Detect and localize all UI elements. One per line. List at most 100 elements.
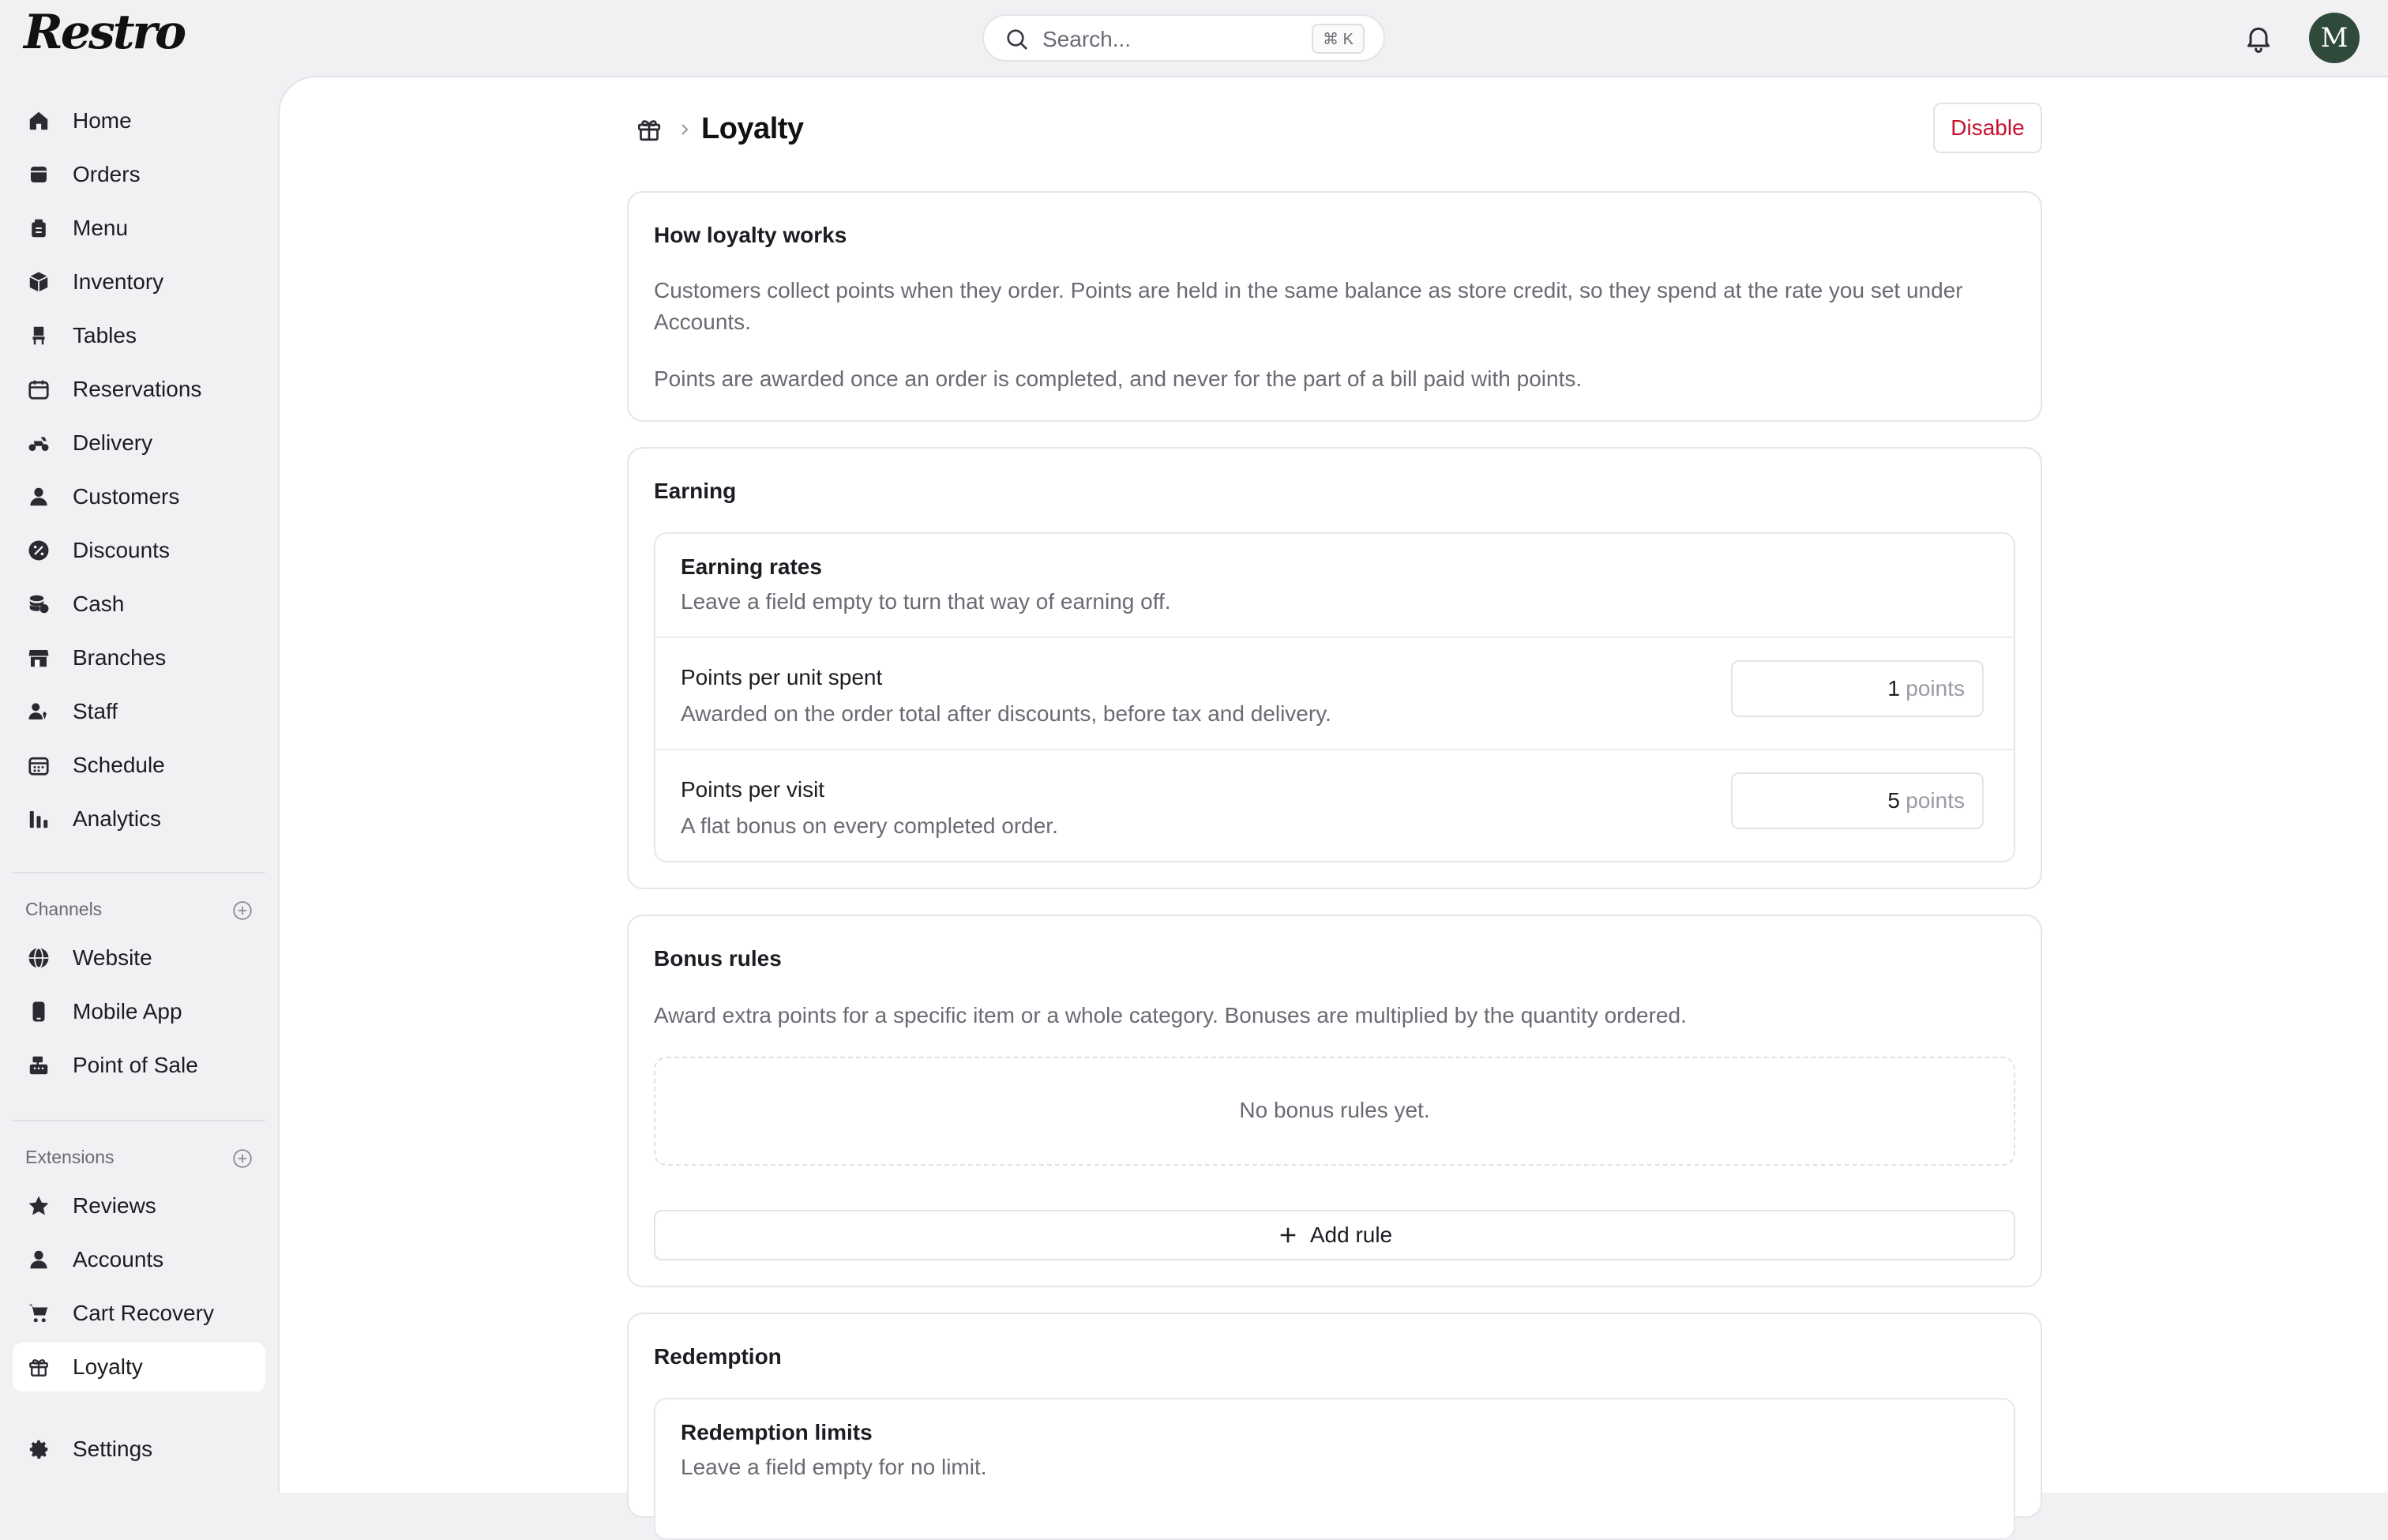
gear-icon <box>29 1440 48 1459</box>
sidebar-item-label: Menu <box>73 216 129 240</box>
sidebar-divider <box>13 1120 265 1121</box>
page-title: Loyalty <box>701 112 804 145</box>
earning-rates-panel: Earning rates Leave a field empty to tur… <box>654 532 2015 862</box>
points-per-visit-title: Points per visit <box>681 777 825 802</box>
add-rule-button[interactable]: Add rule <box>654 1210 2015 1260</box>
redemption-limits-desc: Leave a field empty for no limit. <box>681 1455 987 1479</box>
sidebar-item-label: Home <box>73 108 132 133</box>
sidebar-item-customers[interactable]: Customers <box>13 472 265 521</box>
redemption-limits-title: Redemption limits <box>681 1420 873 1444</box>
sidebar: Home Orders Menu Inventory Tables Reservation… <box>0 76 278 1493</box>
staff-icon <box>28 703 47 719</box>
how-paragraph-2: Points are awarded once an order is comp… <box>654 366 1583 391</box>
sidebar-item-home[interactable]: Home <box>13 96 265 145</box>
user-icon <box>30 487 47 506</box>
sidebar-item-label: Loyalty <box>73 1354 143 1379</box>
points-per-visit-input[interactable]: 5 points <box>1731 772 1984 829</box>
search-shortcut-badge: ⌘ K <box>1312 24 1365 54</box>
sidebar-item-label: Mobile App <box>73 999 182 1024</box>
add-rule-label: Add rule <box>1309 1223 1393 1247</box>
discount-icon <box>28 540 49 561</box>
sidebar-item-label: Delivery <box>73 430 153 455</box>
sidebar-item-label: Settings <box>73 1437 153 1461</box>
register-icon <box>29 1056 48 1075</box>
earning-card: Earning Earning rates Leave a field empt… <box>627 447 2042 889</box>
sidebar-item-discounts[interactable]: Discounts <box>13 526 265 575</box>
search-input[interactable]: Search... <box>1042 27 1131 52</box>
sidebar-item-reservations[interactable]: Reservations <box>13 365 265 414</box>
sidebar-item-label: Reviews <box>73 1193 156 1218</box>
orders-icon <box>31 167 47 182</box>
search-bar[interactable]: Search... ⌘ K <box>982 14 1385 62</box>
schedule-icon <box>28 757 49 776</box>
sidebar-item-label: Staff <box>73 699 118 723</box>
channels-section-label: Channels <box>25 899 103 919</box>
sidebar-item-menu[interactable]: Menu <box>13 204 265 253</box>
star-icon <box>28 1196 49 1215</box>
sidebar-item-delivery[interactable]: Delivery <box>13 419 265 468</box>
cart-icon <box>28 1304 48 1323</box>
row-divider <box>655 637 2014 638</box>
menu-icon <box>32 219 46 238</box>
earning-rates-desc: Leave a field empty to turn that way of … <box>681 589 1171 614</box>
sidebar-item-label: Inventory <box>73 269 164 294</box>
sidebar-item-inventory[interactable]: Inventory <box>13 257 265 306</box>
card-title: Bonus rules <box>654 946 782 971</box>
scooter-icon <box>28 437 49 451</box>
points-per-unit-input[interactable]: 1 points <box>1731 660 1984 717</box>
points-per-visit-value[interactable]: 5 <box>1733 788 1900 813</box>
redemption-card: Redemption Redemption limits Leave a fie… <box>627 1313 2042 1540</box>
how-paragraph-1: Customers collect points when they order… <box>654 278 1963 334</box>
extensions-section-label: Extensions <box>25 1147 115 1167</box>
sidebar-item-tables[interactable]: Tables <box>13 311 265 360</box>
sidebar-item-label: Website <box>73 945 152 970</box>
sidebar-item-schedule[interactable]: Schedule <box>13 741 265 790</box>
sidebar-item-orders[interactable]: Orders <box>13 150 265 199</box>
globe-icon <box>28 947 49 969</box>
chart-icon <box>29 811 48 828</box>
chair-icon <box>32 326 45 345</box>
sidebar-item-label: Tables <box>73 323 137 347</box>
sidebar-item-accounts[interactable]: Accounts <box>13 1235 265 1284</box>
app-logo[interactable]: Restro <box>24 5 186 60</box>
sidebar-item-point-of-sale[interactable]: Point of Sale <box>13 1041 265 1090</box>
card-title: How loyalty works <box>654 223 847 247</box>
sidebar-item-label: Accounts <box>73 1247 164 1271</box>
sidebar-item-label: Customers <box>73 484 180 509</box>
sidebar-item-cash[interactable]: Cash <box>13 580 265 629</box>
breadcrumb: Loyalty <box>635 112 804 146</box>
user-avatar[interactable]: M <box>2309 13 2360 63</box>
gift-icon <box>637 119 661 141</box>
chevron-right-icon <box>681 123 689 135</box>
bonus-rules-desc: Award extra points for a specific item o… <box>654 1003 1687 1027</box>
empty-state-text: No bonus rules yet. <box>1239 1098 1430 1122</box>
sidebar-item-label: Analytics <box>73 806 162 831</box>
sidebar-item-label: Reservations <box>73 377 202 401</box>
add-channel-icon[interactable] <box>232 900 253 921</box>
sidebar-item-branches[interactable]: Branches <box>13 633 265 682</box>
points-unit-label: points <box>1906 676 1965 701</box>
sidebar-item-cart-recovery[interactable]: Cart Recovery <box>13 1289 265 1338</box>
points-per-unit-value[interactable]: 1 <box>1733 676 1900 701</box>
sidebar-item-label: Cash <box>73 592 125 616</box>
points-per-unit-desc: Awarded on the order total after discoun… <box>681 701 1331 726</box>
add-extension-icon[interactable] <box>232 1148 253 1169</box>
redemption-limits-panel: Redemption limits Leave a field empty fo… <box>654 1398 2015 1540</box>
gift-icon <box>29 1359 48 1377</box>
sidebar-item-staff[interactable]: Staff <box>13 687 265 736</box>
sidebar-item-loyalty[interactable]: Loyalty <box>13 1343 265 1392</box>
user-icon <box>30 1250 47 1269</box>
inventory-icon <box>29 272 48 292</box>
bell-icon[interactable] <box>2243 22 2274 54</box>
sidebar-item-settings[interactable]: Settings <box>13 1425 265 1474</box>
sidebar-item-label: Point of Sale <box>73 1053 198 1077</box>
sidebar-item-analytics[interactable]: Analytics <box>13 794 265 843</box>
points-unit-label: points <box>1906 788 1965 813</box>
calendar-icon <box>28 380 49 400</box>
disable-button[interactable]: Disable <box>1933 103 2042 153</box>
coins-icon <box>29 595 49 614</box>
sidebar-item-website[interactable]: Website <box>13 933 265 982</box>
row-divider <box>655 749 2014 750</box>
sidebar-item-mobile-app[interactable]: Mobile App <box>13 987 265 1036</box>
sidebar-item-reviews[interactable]: Reviews <box>13 1181 265 1230</box>
